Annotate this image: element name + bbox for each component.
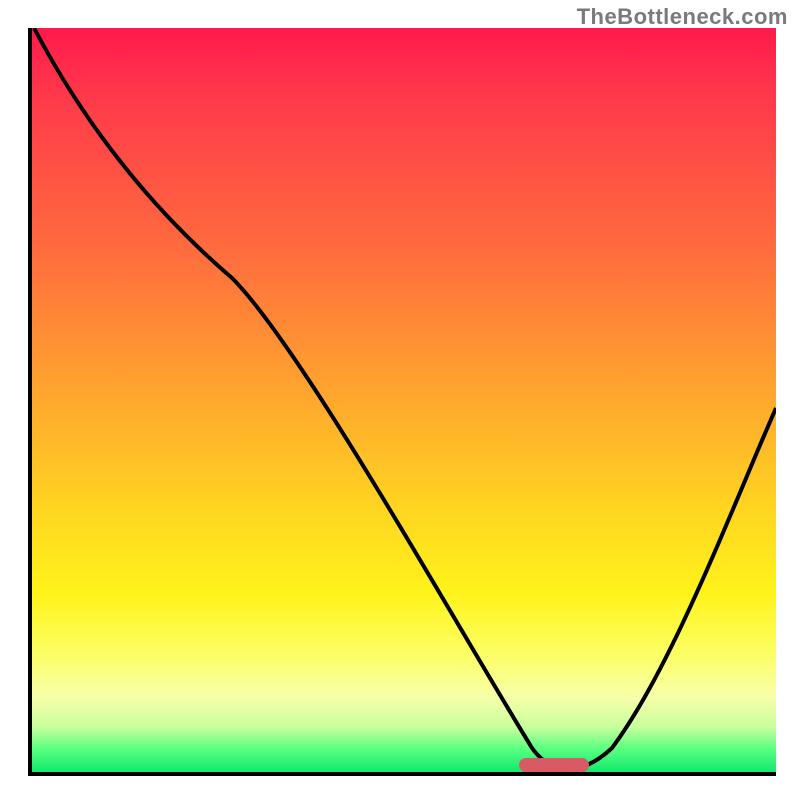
chart-plot-area [28, 28, 776, 776]
optimal-range-marker [519, 758, 589, 772]
bottleneck-curve-line [32, 28, 776, 772]
watermark-text: TheBottleneck.com [577, 4, 788, 30]
